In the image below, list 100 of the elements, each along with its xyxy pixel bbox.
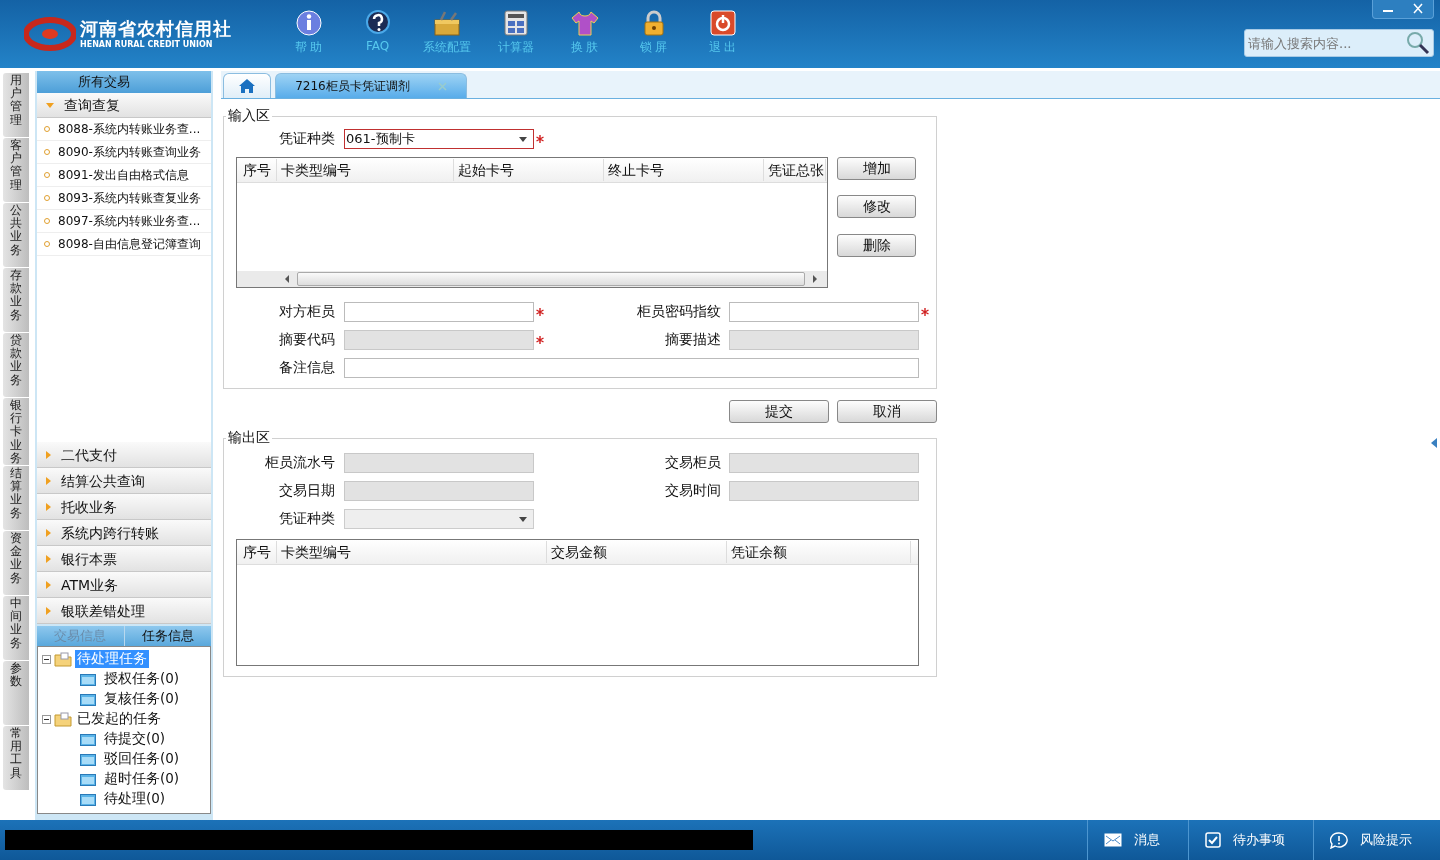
- search-field[interactable]: 请输入搜索内容...: [1244, 29, 1434, 57]
- status-button[interactable]: 消息: [1087, 820, 1188, 860]
- vertical-tab[interactable]: 参数: [3, 660, 29, 725]
- folder-icon: [80, 672, 96, 686]
- toolbox-icon: [432, 10, 461, 36]
- collapse-icon[interactable]: [42, 714, 51, 724]
- menu-group[interactable]: 托收业务: [37, 494, 211, 520]
- menu-group[interactable]: ATM业务: [37, 572, 211, 598]
- menu-group[interactable]: 二代支付: [37, 442, 211, 468]
- scroll-left-icon[interactable]: [283, 275, 291, 283]
- tree-node[interactable]: 超时任务(0): [102, 770, 182, 788]
- vertical-tab[interactable]: 结算业务: [3, 465, 29, 530]
- vertical-tab[interactable]: 资金业务: [3, 530, 29, 595]
- tree-node[interactable]: 授权任务(0): [102, 670, 182, 688]
- vertical-tab[interactable]: 贷款业务: [3, 333, 29, 397]
- power-icon: [709, 10, 736, 36]
- lock-icon: [642, 10, 665, 36]
- section-title: 输入区: [227, 107, 271, 125]
- menu-item[interactable]: 8091-发出自由格式信息: [37, 164, 211, 187]
- folder-icon: [54, 651, 72, 667]
- page-tab[interactable]: 7216柜员卡凭证调剂: [275, 73, 467, 98]
- tree-node[interactable]: 待处理(0): [102, 790, 168, 808]
- field-label: 柜员密码指纹: [636, 303, 722, 321]
- menu-item[interactable]: 8088-系统内转账业务查...: [37, 118, 211, 141]
- vertical-tab[interactable]: 存款业务: [3, 268, 29, 332]
- tree-node[interactable]: 复核任务(0): [102, 690, 182, 708]
- folder-icon: [80, 792, 96, 806]
- vertical-tab[interactable]: 中间业务: [3, 595, 29, 660]
- required-icon: [921, 308, 929, 316]
- field-label: 备注信息: [278, 359, 336, 377]
- menu-group[interactable]: 银联差错处理: [37, 598, 211, 624]
- checkbox-icon: [1205, 832, 1221, 848]
- tree-node[interactable]: 已发起的任务: [75, 710, 163, 728]
- field-label: 交易时间: [664, 482, 722, 500]
- required-icon: [536, 308, 544, 316]
- tree-node[interactable]: 待提交(0): [102, 730, 168, 748]
- table-action-button[interactable]: 增加: [837, 157, 916, 180]
- vertical-tab[interactable]: 客户管理: [3, 138, 29, 202]
- status-button[interactable]: 待办事项: [1188, 820, 1313, 860]
- form-button[interactable]: 提交: [729, 400, 829, 423]
- shirt-icon: [570, 10, 599, 36]
- status-button[interactable]: 风险提示: [1313, 820, 1440, 860]
- dropdown-field[interactable]: 061-预制卡: [344, 129, 534, 149]
- horizontal-scrollbar[interactable]: [237, 271, 827, 287]
- menu-group[interactable]: 结算公共查询: [37, 468, 211, 494]
- collapse-arrow-icon[interactable]: [1431, 438, 1437, 448]
- menu-group[interactable]: 系统内跨行转账: [37, 520, 211, 546]
- input-field[interactable]: [344, 302, 534, 322]
- column-header: 凭证余额: [727, 541, 911, 563]
- vertical-tab[interactable]: 银行卡业务: [3, 398, 29, 465]
- menu-item[interactable]: 8098-自由信息登记簿查询: [37, 233, 211, 256]
- folder-icon: [80, 772, 96, 786]
- logo-title: 河南省农村信用社: [80, 18, 232, 39]
- field-label: 凭证种类: [278, 510, 336, 528]
- speech-bubble-icon: [1330, 831, 1348, 849]
- dropdown-arrow-icon: [519, 516, 527, 522]
- field-label: 交易日期: [278, 482, 336, 500]
- input-field[interactable]: [729, 302, 919, 322]
- field-label: 摘要代码: [278, 331, 336, 349]
- home-tab[interactable]: [223, 73, 271, 98]
- dropdown-arrow-icon: [519, 136, 527, 142]
- logo-icon: [24, 17, 76, 51]
- required-icon: [536, 135, 544, 143]
- vertical-tab[interactable]: 公共业务: [3, 203, 29, 267]
- column-header: 凭证总张: [764, 159, 826, 181]
- field-label: 交易柜员: [664, 454, 722, 472]
- column-header: 卡类型编号: [277, 541, 547, 563]
- input-field[interactable]: [344, 358, 919, 378]
- field-label: 对方柜员: [278, 303, 336, 321]
- required-icon: [536, 336, 544, 344]
- logo-subtitle: HENAN RURAL CREDIT UNION: [80, 38, 214, 50]
- help-icon: [364, 10, 391, 36]
- column-header: 卡类型编号: [277, 159, 454, 181]
- menu-item[interactable]: 8090-系统内转账查询业务: [37, 141, 211, 164]
- tree-node[interactable]: 驳回任务(0): [102, 750, 182, 768]
- collapse-icon[interactable]: [42, 654, 51, 664]
- folder-icon: [80, 752, 96, 766]
- form-button[interactable]: 取消: [837, 400, 937, 423]
- info-icon: [295, 10, 322, 36]
- vertical-tab[interactable]: 用户管理: [3, 73, 29, 137]
- folder-icon: [80, 692, 96, 706]
- field-label: 摘要描述: [664, 331, 722, 349]
- column-header: 交易金额: [547, 541, 727, 563]
- vertical-tab[interactable]: 常用工具: [3, 725, 29, 790]
- calculator-icon: [503, 10, 528, 36]
- search-icon[interactable]: [1406, 31, 1430, 55]
- table-action-button[interactable]: 修改: [837, 195, 916, 218]
- folder-icon: [54, 711, 72, 727]
- menu-group[interactable]: 查询查复: [37, 93, 211, 118]
- folder-icon: [80, 732, 96, 746]
- menu-item[interactable]: 8093-系统内转账查复业务: [37, 187, 211, 210]
- scroll-right-icon[interactable]: [811, 275, 819, 283]
- menu-group[interactable]: 银行本票: [37, 546, 211, 572]
- home-icon: [238, 78, 256, 94]
- table-action-button[interactable]: 删除: [837, 234, 916, 257]
- column-header: 序号: [239, 159, 277, 181]
- column-header: 序号: [239, 541, 277, 563]
- envelope-icon: [1104, 833, 1122, 847]
- column-header: 起始卡号: [454, 159, 604, 181]
- menu-item[interactable]: 8097-系统内转账业务查...: [37, 210, 211, 233]
